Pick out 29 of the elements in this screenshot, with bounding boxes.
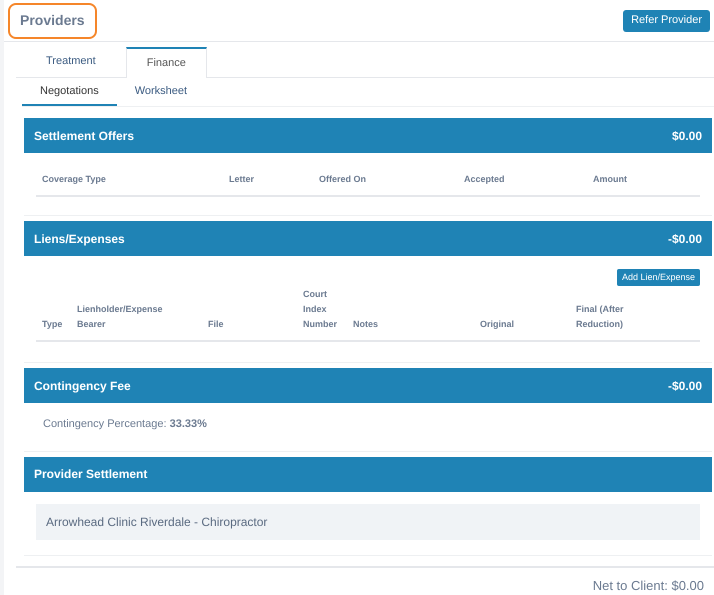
section-title: Provider Settlement xyxy=(34,466,148,483)
section-total: -$0.00 xyxy=(668,230,702,248)
section-total: $0.00 xyxy=(672,128,702,144)
column-header: File xyxy=(207,318,225,331)
tab[interactable]: Finance xyxy=(126,47,207,78)
add-lien-expense-button[interactable]: Add Lien/Expense xyxy=(616,269,700,286)
column-header: Lienholder/Expense Bearer xyxy=(76,303,164,331)
section-title: Liens/Expenses xyxy=(34,230,125,248)
column-header: Notes xyxy=(352,318,380,331)
column-header: Amount xyxy=(592,173,628,186)
section-title: Settlement Offers xyxy=(34,128,134,144)
net-to-client-total: Net to Client: $0.00 xyxy=(592,576,704,594)
column-header: Court Index Number xyxy=(302,288,338,331)
section-total: -$0.00 xyxy=(668,378,702,394)
section-title: Contingency Fee xyxy=(34,378,131,394)
column-header: Coverage Type xyxy=(41,173,107,186)
column-header: Type xyxy=(41,318,64,331)
tab[interactable]: Treatment xyxy=(16,47,126,76)
column-header: Letter xyxy=(228,173,256,186)
contingency-percentage: Contingency Percentage: 33.33% xyxy=(43,417,208,432)
provider-item: Arrowhead Clinic Riverdale - Chiropractor xyxy=(36,504,700,540)
column-header: Original xyxy=(479,318,516,331)
refer-provider-button[interactable]: Refer Provider xyxy=(623,10,710,32)
column-header: Accepted xyxy=(463,173,506,186)
page-title: Providers xyxy=(20,12,85,28)
subtab[interactable]: Worksheet xyxy=(116,78,206,106)
column-header: Final (After Reduction) xyxy=(575,303,625,331)
column-header: Offered On xyxy=(318,173,368,186)
subtab[interactable]: Negotations xyxy=(22,78,117,106)
